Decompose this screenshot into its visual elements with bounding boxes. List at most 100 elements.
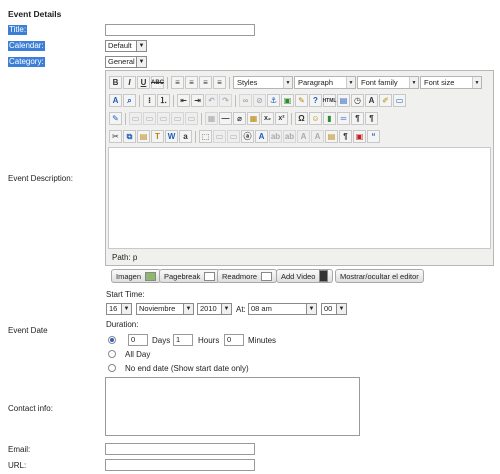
days-input[interactable]: 0 — [128, 334, 148, 346]
find-icon[interactable]: ⌕ — [123, 94, 136, 107]
editor-content-area[interactable] — [108, 147, 491, 249]
day-select[interactable]: 16 ▼ — [106, 303, 132, 315]
hours-input[interactable]: 1 — [173, 334, 193, 346]
bullet-list-icon[interactable]: ⁝ — [143, 94, 156, 107]
image-icon[interactable]: ▣ — [281, 94, 294, 107]
toggle-editor-button[interactable]: Mostrar/ocultar el editor — [335, 269, 424, 283]
paste-text-icon[interactable]: T — [151, 130, 164, 143]
italic-icon[interactable]: I — [123, 76, 136, 89]
block-icon[interactable]: ⬚ — [199, 130, 212, 143]
remove-format-icon[interactable]: ⌀ — [233, 112, 246, 125]
calendar-value: Default — [108, 41, 132, 50]
pagebreak-button-label: Pagebreak — [164, 271, 201, 281]
move-forward-icon[interactable]: ▭ — [143, 112, 156, 125]
image-button[interactable]: Imagen — [111, 269, 162, 283]
font-size-dropdown[interactable]: Font size ▼ — [420, 76, 482, 89]
show-blocks-icon[interactable]: ¶ — [339, 130, 352, 143]
visual-aid-icon[interactable]: ▦ — [247, 112, 260, 125]
del-icon[interactable]: ab — [269, 130, 282, 143]
no-end-date-radio[interactable] — [108, 364, 116, 372]
undo-icon[interactable]: ↶ — [205, 94, 218, 107]
minutes-input[interactable]: 0 — [224, 334, 244, 346]
redo-icon[interactable]: ↷ — [219, 94, 232, 107]
absolute-icon[interactable]: ▭ — [171, 112, 184, 125]
unlink-icon[interactable]: ⊘ — [253, 94, 266, 107]
align-center-icon[interactable]: ≡ — [185, 76, 198, 89]
url-input[interactable] — [105, 459, 255, 471]
minute-select[interactable]: 00 ▼ — [321, 303, 347, 315]
select-all-icon[interactable]: a — [179, 130, 192, 143]
acronym-icon[interactable]: ▭ — [227, 130, 240, 143]
chevron-down-icon: ▼ — [346, 77, 355, 88]
add-video-button[interactable]: Add Video — [276, 269, 334, 283]
readmore-button[interactable]: Readmore — [217, 269, 278, 283]
numbered-list-icon[interactable]: ⒈ — [157, 94, 170, 107]
special-char-icon[interactable]: Ω — [295, 112, 308, 125]
paste-icon[interactable]: ▤ — [137, 130, 150, 143]
title-input[interactable] — [105, 24, 255, 36]
template-insert-icon[interactable]: ▤ — [325, 130, 338, 143]
edit-css-icon[interactable]: ✎ — [109, 112, 122, 125]
align-justify-icon[interactable]: ≡ — [213, 76, 226, 89]
link-icon[interactable]: ∞ — [239, 94, 252, 107]
ltr-icon[interactable]: ¶ — [351, 112, 364, 125]
chevron-down-icon: ▼ — [121, 304, 131, 314]
nbsp-icon[interactable]: A — [311, 130, 324, 143]
font-family-dropdown[interactable]: Font family ▼ — [357, 76, 419, 89]
cleanup-icon[interactable]: ✎ — [295, 94, 308, 107]
chevron-down-icon: ▼ — [136, 41, 146, 51]
find-replace-icon[interactable]: A — [109, 94, 122, 107]
template-icon[interactable]: ▤ — [337, 94, 350, 107]
insert-layer-icon[interactable]: ▭ — [129, 112, 142, 125]
underline-icon[interactable]: U — [137, 76, 150, 89]
horizontal-rule-icon[interactable]: — — [219, 112, 232, 125]
all-day-radio[interactable] — [108, 350, 116, 358]
styles-dropdown[interactable]: Styles ▼ — [233, 76, 293, 89]
style-icon[interactable]: A — [255, 130, 268, 143]
highlight-color-icon[interactable]: ✐ — [379, 94, 392, 107]
hour-select[interactable]: 08 am ▼ — [248, 303, 317, 315]
month-select[interactable]: Noviembre ▼ — [136, 303, 194, 315]
table-icon[interactable]: ▦ — [205, 112, 218, 125]
abbr-icon[interactable]: ⓐ — [241, 130, 254, 143]
copy-icon[interactable]: ⧉ — [123, 130, 136, 143]
cite-icon[interactable]: ▭ — [213, 130, 226, 143]
text-color-icon[interactable]: A — [365, 94, 378, 107]
help-icon[interactable]: ? — [309, 94, 322, 107]
ins-icon[interactable]: ab — [283, 130, 296, 143]
add-video-button-label: Add Video — [281, 271, 316, 281]
paste-word-icon[interactable]: W — [165, 130, 178, 143]
datetime-icon[interactable]: ◷ — [351, 94, 364, 107]
contact-textarea[interactable] — [105, 377, 360, 436]
move-backward-icon[interactable]: ▭ — [157, 112, 170, 125]
emoticon-icon[interactable]: ☺ — [309, 112, 322, 125]
code-icon[interactable]: ▣ — [353, 130, 366, 143]
paragraph-dropdown[interactable]: Paragraph ▼ — [294, 76, 356, 89]
media-icon[interactable]: ▮ — [323, 112, 336, 125]
html-icon[interactable]: HTML — [323, 94, 336, 107]
rich-text-editor: B I U ABC ≡ ≡ ≡ ≡ Styles ▼ Paragraph ▼ Fon… — [105, 70, 494, 266]
align-left-icon[interactable]: ≡ — [171, 76, 184, 89]
anchor-icon[interactable]: ⚓ — [267, 94, 280, 107]
outdent-icon[interactable]: ⇤ — [177, 94, 190, 107]
page-break-icon[interactable]: ═ — [337, 112, 350, 125]
pagebreak-button[interactable]: Pagebreak — [159, 269, 221, 283]
indent-icon[interactable]: ⇥ — [191, 94, 204, 107]
style-props-icon[interactable]: ▭ — [185, 112, 198, 125]
align-right-icon[interactable]: ≡ — [199, 76, 212, 89]
attribs-icon[interactable]: A — [297, 130, 310, 143]
superscript-icon[interactable]: x² — [275, 112, 288, 125]
blockquote-icon[interactable]: “ — [367, 130, 380, 143]
cut-icon[interactable]: ✂ — [109, 130, 122, 143]
chevron-down-icon: ▼ — [306, 304, 316, 314]
category-select[interactable]: General ▼ — [105, 56, 147, 68]
email-input[interactable] — [105, 443, 255, 455]
rtl-icon[interactable]: ¶ — [365, 112, 378, 125]
subscript-icon[interactable]: x₂ — [261, 112, 274, 125]
calendar-select[interactable]: Default ▼ — [105, 40, 147, 52]
fullscreen-icon[interactable]: ▭ — [393, 94, 406, 107]
strikethrough-icon[interactable]: ABC — [151, 76, 164, 89]
bold-icon[interactable]: B — [109, 76, 122, 89]
year-select[interactable]: 2010 ▼ — [197, 303, 232, 315]
duration-radio[interactable] — [108, 336, 116, 344]
